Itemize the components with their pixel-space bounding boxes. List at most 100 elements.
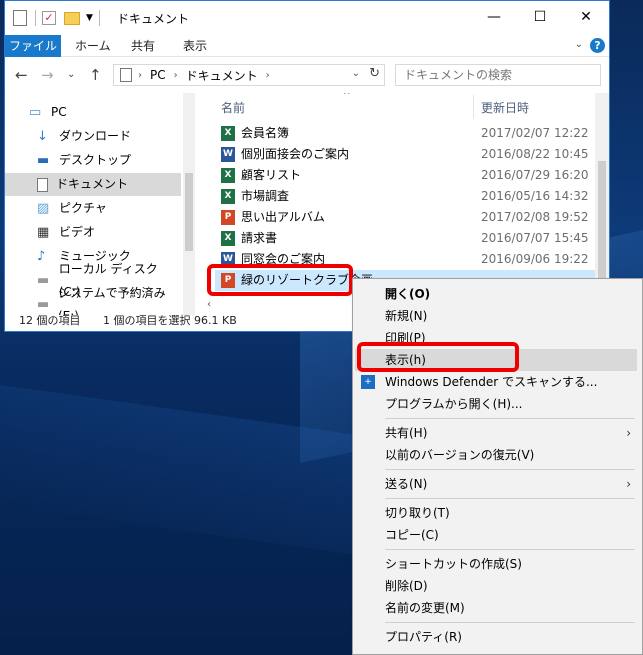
title-bar: ✓ ▼ ドキュメント — ☐ ✕ — [5, 1, 609, 35]
column-header-date[interactable]: 更新日時 — [481, 99, 529, 116]
chevron-right-icon: › — [626, 477, 631, 491]
menu-item-label: 以前のバージョンの復元(V) — [385, 448, 535, 462]
nav-item[interactable]: ドキュメント — [5, 173, 181, 196]
window-title: ドキュメント — [117, 12, 190, 26]
menu-item[interactable]: 共有(H) › — [355, 422, 637, 444]
menu-item[interactable]: 以前のバージョンの復元(V) — [355, 444, 637, 466]
quick-access-toolbar: ✓ ▼ — [13, 9, 106, 27]
menu-item[interactable]: 開く(O) — [355, 283, 637, 305]
file-name: 個別面接会のご案内 — [241, 147, 350, 161]
nav-item-label: ビデオ — [59, 225, 96, 239]
file-row[interactable]: X 市場調査 2016/05/16 14:32 — [215, 186, 595, 207]
menu-item[interactable]: + Windows Defender でスキャンする... — [355, 371, 637, 393]
menu-item[interactable]: ショートカットの作成(S) — [355, 553, 637, 575]
tab-home[interactable]: ホーム — [75, 35, 111, 57]
menu-item[interactable]: 切り取り(T) — [355, 502, 637, 524]
menu-item-label: 名前の変更(M) — [385, 601, 465, 615]
tab-view[interactable]: 表示 — [183, 35, 207, 57]
menu-item-label: 送る(N) — [385, 477, 428, 491]
file-date: 2016/08/22 10:45 — [481, 147, 589, 161]
video-icon: ▦ — [37, 224, 50, 240]
nav-item[interactable]: ↓ ダウンロード — [5, 125, 181, 148]
chevron-right-icon: › — [626, 426, 631, 440]
scroll-thumb[interactable] — [185, 173, 193, 251]
file-date: 2017/02/08 19:52 — [481, 210, 589, 224]
file-date: 2016/09/06 19:22 — [481, 252, 589, 266]
chevron-down-icon[interactable]: ⌄ — [352, 68, 360, 79]
excel-file-icon: X — [221, 189, 235, 204]
forward-arrow-icon[interactable]: → — [41, 66, 54, 84]
menu-item[interactable]: 新規(N) — [355, 305, 637, 327]
close-button[interactable]: ✕ — [563, 1, 609, 35]
nav-item[interactable]: ▨ ピクチャ — [5, 197, 181, 220]
file-name: 請求書 — [241, 231, 278, 245]
menu-item[interactable]: 削除(D) — [355, 575, 637, 597]
file-row[interactable]: X 会員名簿 2017/02/07 12:22 — [215, 123, 595, 144]
menu-item-label: 開く(O) — [385, 287, 431, 301]
file-row[interactable]: P 思い出アルバム 2017/02/08 19:52 — [215, 207, 595, 228]
chevron-right-icon: › — [265, 69, 270, 81]
nav-item[interactable]: ▦ ビデオ — [5, 221, 181, 244]
desktop-icon: ▬ — [37, 152, 50, 168]
drive-icon: ▬ — [37, 272, 50, 288]
ribbon-expand-icon[interactable]: ⌄ — [575, 39, 583, 50]
scrollbar[interactable] — [183, 93, 195, 315]
download-icon: ↓ — [37, 128, 48, 144]
minimize-button[interactable]: — — [471, 1, 517, 35]
menu-item[interactable]: 名前の変更(M) — [355, 597, 637, 619]
nav-item[interactable]: ▬ デスクトップ — [5, 149, 181, 172]
sort-ascending-icon: ^ — [343, 93, 351, 101]
menu-item[interactable]: コピー(C) — [355, 524, 637, 546]
menu-item-label: プログラムから開く(H)... — [385, 397, 523, 411]
context-menu: 開く(O) 新規(N) 印刷(P) 表示(h) + Windows Defender でス… — [352, 278, 643, 655]
properties-icon[interactable]: ✓ — [42, 11, 56, 25]
breadcrumb-documents[interactable]: ドキュメント — [186, 67, 258, 84]
scroll-left-icon[interactable]: ‹ — [207, 299, 211, 310]
column-header-name[interactable]: 名前 — [221, 99, 245, 116]
tab-file[interactable]: ファイル — [5, 35, 61, 57]
pc-icon: ▭ — [29, 104, 42, 120]
chevron-down-icon[interactable]: ▼ — [86, 13, 93, 23]
new-folder-icon[interactable] — [64, 11, 80, 25]
address-row: ← → ⌄ ↑ › PC › ドキュメント › ⌄ ↻ ドキュメントの検索 — [5, 57, 609, 93]
address-bar[interactable]: › PC › ドキュメント › ⌄ ↻ — [113, 64, 385, 86]
documents-icon — [120, 68, 132, 82]
help-icon[interactable]: ? — [590, 38, 605, 53]
maximize-button[interactable]: ☐ — [517, 1, 563, 35]
up-arrow-icon[interactable]: ↑ — [89, 66, 102, 84]
scroll-thumb[interactable] — [598, 161, 606, 281]
column-divider[interactable] — [473, 95, 474, 119]
excel-file-icon: X — [221, 231, 235, 246]
tab-share[interactable]: 共有 — [131, 35, 155, 57]
file-date: 2017/02/07 12:22 — [481, 126, 589, 140]
item-count: 12 個の項目 — [19, 314, 81, 327]
search-input[interactable]: ドキュメントの検索 — [395, 64, 601, 86]
separator — [35, 10, 36, 26]
menu-item-label: 共有(H) — [385, 426, 428, 440]
excel-file-icon: X — [221, 126, 235, 141]
menu-item-label: Windows Defender でスキャンする... — [385, 375, 598, 389]
nav-item-label: PC — [51, 105, 67, 119]
breadcrumb-pc[interactable]: PC — [150, 68, 166, 82]
highlight-view-item — [357, 342, 519, 372]
separator — [98, 10, 100, 26]
menu-item[interactable]: 送る(N) › — [355, 473, 637, 495]
file-row[interactable]: X 請求書 2016/07/07 15:45 — [215, 228, 595, 249]
menu-item[interactable]: プログラムから開く(H)... — [355, 393, 637, 415]
highlight-selected-file — [207, 264, 353, 296]
file-row[interactable]: X 顧客リスト 2016/07/29 16:20 — [215, 165, 595, 186]
recent-dropdown-icon[interactable]: ⌄ — [67, 69, 75, 80]
document-icon — [13, 10, 27, 26]
back-arrow-icon[interactable]: ← — [15, 66, 28, 84]
music-icon: ♪ — [37, 248, 46, 264]
nav-item-label: ドキュメント — [56, 177, 129, 191]
powerpoint-file-icon: P — [221, 210, 235, 225]
refresh-icon[interactable]: ↻ — [369, 66, 380, 81]
file-row[interactable]: W 個別面接会のご案内 2016/08/22 10:45 — [215, 144, 595, 165]
menu-item[interactable]: プロパティ(R) — [355, 626, 637, 648]
navigation-pane: ▭ PC ↓ ダウンロード ▬ デスクトップ ドキュメント ▨ ピクチャ ▦ ビデオ ♪ ミュージック ▬… — [5, 93, 195, 315]
nav-item[interactable]: ▭ PC — [5, 101, 181, 124]
menu-item-label: 新規(N) — [385, 309, 428, 323]
pictures-icon: ▨ — [37, 200, 50, 216]
word-file-icon: W — [221, 147, 235, 162]
